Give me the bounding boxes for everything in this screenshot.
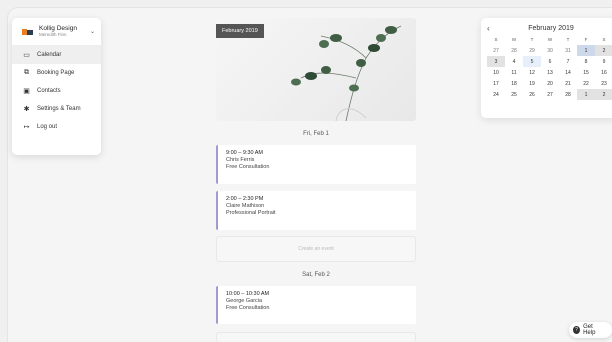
- event-type: Free Consultation: [226, 304, 270, 311]
- calendar-day[interactable]: 12: [523, 67, 541, 78]
- calendar-icon: ▭: [23, 52, 30, 59]
- calendar-day[interactable]: 2: [595, 89, 612, 100]
- weekday-label: T: [530, 37, 534, 42]
- calendar-day[interactable]: 28: [559, 89, 577, 100]
- calendar-day[interactable]: 3: [487, 56, 505, 67]
- calendar-day[interactable]: 29: [523, 45, 541, 56]
- calendar-day[interactable]: 11: [505, 67, 523, 78]
- question-icon: ?: [573, 326, 581, 334]
- menu-item-label: Calendar: [37, 52, 62, 58]
- brand-logo: [22, 28, 33, 35]
- calendar-day[interactable]: 14: [559, 67, 577, 78]
- create-event-button[interactable]: Create an event: [216, 236, 416, 262]
- calendar-day[interactable]: 20: [541, 78, 559, 89]
- event-client: Claire Mathison: [226, 202, 265, 209]
- menu-item-booking-page[interactable]: ⧉ Booking Page: [12, 64, 101, 82]
- calendar-day[interactable]: 1: [577, 89, 595, 100]
- chevron-down-icon[interactable]: ⌄: [90, 28, 95, 35]
- gear-icon: ✱: [23, 106, 30, 113]
- calendar-day[interactable]: 18: [505, 78, 523, 89]
- date-header: Fri, Feb 1: [303, 131, 329, 137]
- calendar-day[interactable]: 6: [541, 56, 559, 67]
- weekday-label: M: [512, 37, 516, 42]
- calendar-day[interactable]: 2: [595, 45, 612, 56]
- event-card[interactable]: 9:00 – 9:30 AM Chris Ferris Free Consult…: [216, 145, 416, 184]
- calendar-day[interactable]: 17: [487, 78, 505, 89]
- weekday-label: W: [547, 37, 553, 42]
- menu-item-settings[interactable]: ✱ Settings & Team: [12, 100, 101, 118]
- calendar-day[interactable]: 16: [595, 67, 612, 78]
- date-header: Sat, Feb 2: [302, 272, 330, 278]
- weekday-label: S: [602, 37, 606, 42]
- calendar-day[interactable]: 28: [505, 45, 523, 56]
- account-switcher[interactable]: Kollig Design Meredith Finn ⌄: [12, 18, 101, 46]
- calendar-day[interactable]: 9: [595, 56, 612, 67]
- calendar-day[interactable]: 23: [595, 78, 612, 89]
- menu-item-label: Booking Page: [37, 70, 75, 76]
- calendar-day[interactable]: 21: [559, 78, 577, 89]
- event-time: 10:00 – 10:30 AM: [226, 291, 270, 297]
- calendar-day[interactable]: 27: [487, 45, 505, 56]
- weekday-label: S: [494, 37, 498, 42]
- next-event-placeholder: [216, 332, 416, 342]
- menu-item-label: Settings & Team: [37, 106, 81, 112]
- mini-calendar: ‹ February 2019 › S M T W T F S 27 28 29…: [481, 18, 612, 118]
- event-type: Professional Portrait: [226, 209, 276, 216]
- account-menu: Kollig Design Meredith Finn ⌄ ▭ Calendar…: [12, 18, 101, 155]
- calendar-day[interactable]: 30: [541, 45, 559, 56]
- event-card[interactable]: 10:00 – 10:30 AM George Garcia Free Cons…: [216, 286, 416, 324]
- calendar-day[interactable]: 31: [559, 45, 577, 56]
- calendar-day-today[interactable]: 5: [523, 56, 541, 67]
- calendar-title: February 2019: [528, 24, 574, 32]
- event-type: Free Consultation: [226, 163, 270, 170]
- calendar-day[interactable]: 4: [505, 56, 523, 67]
- event-card[interactable]: 2:00 – 2:30 PM Claire Mathison Professio…: [216, 191, 416, 230]
- calendar-day[interactable]: 24: [487, 89, 505, 100]
- calendar-day[interactable]: 10: [487, 67, 505, 78]
- month-label: February 2019: [216, 24, 264, 38]
- calendar-day[interactable]: 8: [577, 56, 595, 67]
- get-help-label: Get Help: [583, 324, 596, 336]
- weekday-label: T: [566, 37, 570, 42]
- calendar-day[interactable]: 15: [577, 67, 595, 78]
- booking-page-icon: ⧉: [24, 69, 29, 76]
- calendar-day[interactable]: 25: [505, 89, 523, 100]
- event-time: 9:00 – 9:30 AM: [226, 150, 263, 156]
- get-help-button[interactable]: ? Get Help: [569, 322, 612, 338]
- hero-image: February 2019: [216, 18, 416, 121]
- event-client: Chris Ferris: [226, 156, 255, 163]
- calendar-day[interactable]: 26: [523, 89, 541, 100]
- calendar-day[interactable]: 27: [541, 89, 559, 100]
- calendar-day[interactable]: 22: [577, 78, 595, 89]
- user-name: Meredith Finn: [39, 32, 67, 37]
- weekday-label: F: [584, 37, 588, 42]
- menu-item-logout[interactable]: ↦ Log out: [12, 118, 101, 136]
- chevron-left-icon[interactable]: ‹: [487, 24, 490, 33]
- event-client: George Garcia: [226, 297, 263, 304]
- calendar-day[interactable]: 19: [523, 78, 541, 89]
- menu-item-calendar[interactable]: ▭ Calendar: [12, 46, 101, 64]
- logout-icon: ↦: [23, 124, 30, 131]
- menu-item-label: Contacts: [37, 88, 61, 94]
- contacts-icon: ▣: [23, 88, 30, 95]
- calendar-day[interactable]: 13: [541, 67, 559, 78]
- menu-item-contacts[interactable]: ▣ Contacts: [12, 82, 101, 100]
- event-time: 2:00 – 2:30 PM: [226, 196, 264, 202]
- calendar-day-selected[interactable]: 1: [577, 45, 595, 56]
- calendar-day[interactable]: 7: [559, 56, 577, 67]
- menu-item-label: Log out: [37, 124, 58, 130]
